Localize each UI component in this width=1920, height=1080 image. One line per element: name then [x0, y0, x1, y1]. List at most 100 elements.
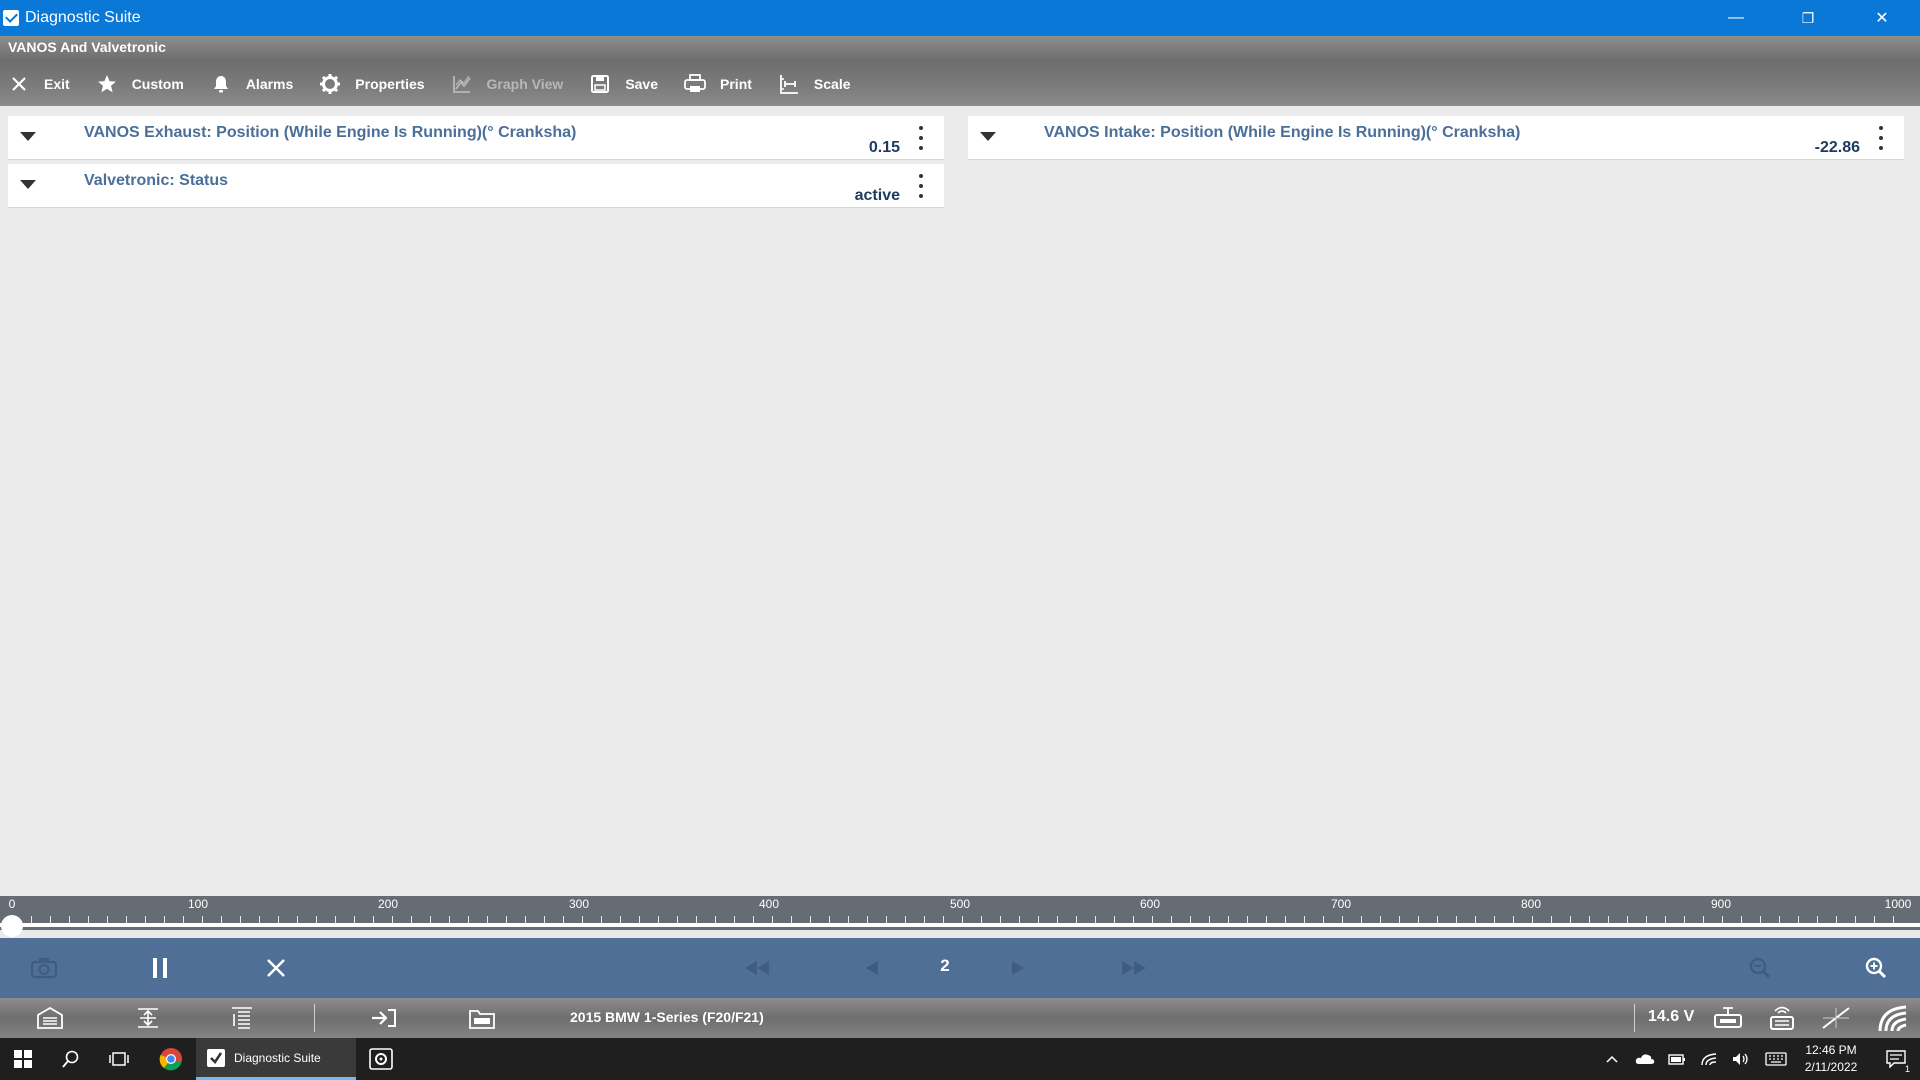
parameter-panel-valvetronic-status[interactable]: Valvetronic: Status active	[8, 164, 944, 208]
tray-chevron-up-icon[interactable]	[1600, 1038, 1624, 1080]
timeline-label: 700	[1330, 897, 1352, 911]
parameter-value: -22.86	[1814, 139, 1860, 156]
collapse-all-icon[interactable]	[222, 998, 262, 1038]
wireless-device-icon[interactable]	[1762, 998, 1802, 1038]
timeline-track[interactable]	[0, 923, 1920, 927]
restore-button[interactable]: ❐	[1772, 0, 1844, 36]
settings-tool-icon[interactable]	[358, 1038, 404, 1080]
wifi-connection-icon[interactable]	[1870, 998, 1916, 1038]
os-taskbar: Diagnostic Suite 12:46 PM 2/11/2022 1	[0, 1038, 1920, 1080]
timeline-label: 800	[1520, 897, 1542, 911]
pause-icon[interactable]	[138, 938, 182, 998]
printer-icon	[684, 73, 706, 95]
zoom-in-icon[interactable]	[1854, 938, 1898, 998]
page-number: 2	[940, 956, 950, 975]
camera-icon[interactable]	[22, 938, 66, 998]
home-garage-icon[interactable]	[30, 998, 70, 1038]
folder-icon[interactable]	[462, 998, 502, 1038]
star-icon	[96, 73, 118, 95]
parameter-panel-vanos-exhaust[interactable]: VANOS Exhaust: Position (While Engine Is…	[8, 116, 944, 160]
custom-button[interactable]: Custom	[96, 73, 184, 95]
vehicle-label: 2015 BMW 1-Series (F20/F21)	[570, 1009, 764, 1025]
zoom-out-icon[interactable]	[1738, 938, 1782, 998]
properties-button[interactable]: Properties	[319, 73, 425, 95]
expand-arrow-icon[interactable]	[980, 132, 996, 141]
toolbar: Exit Custom Alarms Properties Graph View…	[0, 64, 877, 104]
previous-page-icon[interactable]	[850, 938, 894, 998]
fast-forward-icon[interactable]	[1112, 938, 1156, 998]
floppy-disk-icon	[589, 73, 611, 95]
alarms-button[interactable]: Alarms	[210, 73, 293, 95]
module-header: VANOS And Valvetronic Exit Custom Alarms	[0, 36, 1920, 106]
playback-bar: 2	[0, 938, 1920, 998]
more-options-icon[interactable]	[918, 126, 924, 150]
scope-signal-icon[interactable]	[1816, 998, 1856, 1038]
parameter-value: 0.15	[868, 139, 900, 156]
onedrive-cloud-icon[interactable]	[1632, 1038, 1658, 1080]
more-options-icon[interactable]	[1878, 126, 1884, 150]
parameter-name: VANOS Exhaust: Position (While Engine Is…	[84, 124, 577, 141]
close-window-button[interactable]: ✕	[1846, 0, 1918, 36]
graph-view-label: Graph View	[486, 76, 564, 92]
system-clock[interactable]: 12:46 PM 2/11/2022	[1796, 1042, 1866, 1076]
exit-button[interactable]: Exit	[8, 73, 70, 95]
expand-arrow-icon[interactable]	[20, 132, 36, 141]
taskbar-app-label: Diagnostic Suite	[234, 1050, 321, 1065]
clock-time: 12:46 PM	[1805, 1043, 1857, 1057]
expand-all-icon[interactable]	[128, 998, 168, 1038]
battery-voltage: 14.6 V	[1648, 1008, 1695, 1025]
timeline-label: 500	[949, 897, 971, 911]
separator	[1634, 1004, 1635, 1032]
notification-count: 1	[1904, 1064, 1910, 1074]
parameter-name: Valvetronic: Status	[84, 172, 229, 189]
status-bar: 2015 BMW 1-Series (F20/F21) 14.6 V	[0, 998, 1920, 1038]
timeline-label: 900	[1710, 897, 1732, 911]
chrome-icon[interactable]	[148, 1038, 194, 1080]
notification-center-icon[interactable]: 1	[1876, 1038, 1916, 1080]
stop-clear-icon[interactable]	[254, 938, 298, 998]
parameter-value: active	[854, 187, 900, 204]
next-page-icon[interactable]	[996, 938, 1040, 998]
rewind-icon[interactable]	[735, 938, 779, 998]
timeline-label: 100	[187, 897, 209, 911]
task-view-icon[interactable]	[96, 1038, 142, 1080]
graph-view-button[interactable]: Graph View	[451, 73, 564, 95]
clock-date: 2/11/2022	[1804, 1060, 1858, 1074]
window-title: Diagnostic Suite	[25, 9, 141, 26]
bell-icon	[210, 73, 232, 95]
minimize-button[interactable]: —	[1700, 0, 1772, 36]
alarms-label: Alarms	[245, 76, 294, 92]
print-button[interactable]: Print	[684, 73, 752, 95]
app-check-icon	[207, 1048, 225, 1067]
timeline-slider-thumb[interactable]	[1, 915, 23, 937]
volume-icon[interactable]	[1728, 1038, 1754, 1080]
save-button[interactable]: Save	[589, 73, 658, 95]
network-wifi-icon[interactable]	[1696, 1038, 1722, 1080]
import-arrow-icon[interactable]	[364, 998, 404, 1038]
more-options-icon[interactable]	[918, 174, 924, 198]
start-windows-icon[interactable]	[0, 1038, 46, 1080]
keyboard-icon[interactable]	[1762, 1038, 1790, 1080]
timeline-label: 400	[758, 897, 780, 911]
app-check-icon	[3, 10, 19, 26]
parameter-name: VANOS Intake: Position (While Engine Is …	[1044, 124, 1521, 141]
timeline-label: 600	[1139, 897, 1161, 911]
exit-label: Exit	[44, 76, 70, 92]
scale-label: Scale	[813, 76, 851, 92]
vehicle-interface-icon[interactable]	[1708, 998, 1748, 1038]
search-icon[interactable]	[48, 1038, 94, 1080]
timeline-ruler[interactable]: 0 100 200 300 400 500 600 700 800 900 10…	[0, 896, 1920, 937]
print-label: Print	[720, 76, 752, 92]
timeline-label: 0	[8, 897, 16, 911]
module-title: VANOS And Valvetronic	[8, 39, 166, 55]
timeline-label: 200	[377, 897, 399, 911]
battery-icon[interactable]	[1664, 1038, 1690, 1080]
expand-arrow-icon[interactable]	[20, 180, 36, 189]
taskbar-app-diagnostic-suite[interactable]: Diagnostic Suite	[196, 1038, 356, 1080]
graph-icon	[451, 73, 473, 95]
properties-label: Properties	[355, 76, 425, 92]
close-icon	[8, 73, 30, 95]
scale-icon	[778, 73, 800, 95]
scale-button[interactable]: Scale	[778, 73, 851, 95]
parameter-panel-vanos-intake[interactable]: VANOS Intake: Position (While Engine Is …	[968, 116, 1904, 160]
